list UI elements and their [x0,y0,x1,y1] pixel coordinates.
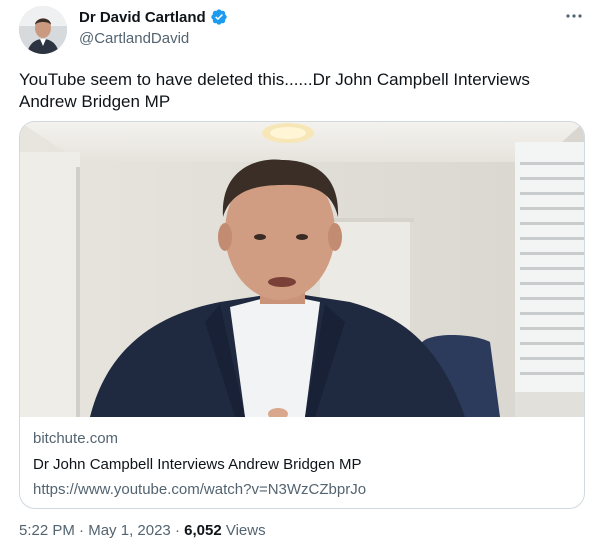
meta-separator: · [170,522,185,539]
tweet-time[interactable]: 5:22 PM [19,522,75,539]
link-card-title: Dr John Campbell Interviews Andrew Bridg… [33,456,362,473]
link-card-description: https://www.youtube.com/watch?v=N3WzCZbp… [33,481,367,498]
more-horizontal-icon[interactable] [560,6,588,30]
author-display-name[interactable]: Dr David Cartland [79,9,206,26]
verified-badge-icon [210,8,228,26]
views-label: Views [221,522,266,539]
author-avatar[interactable] [19,6,67,54]
author-name[interactable]: Dr David Cartland [79,8,228,26]
tweet-date[interactable]: May 1, 2023 [88,522,171,539]
tweet-metadata: 5:22 PM · May 1, 2023 · 6,052 Views [19,522,266,539]
link-card-thumbnail [20,122,584,420]
tweet-text: YouTube seem to have deleted this......D… [19,70,530,111]
views-count: 6,052 [184,522,222,539]
meta-separator: · [74,522,89,539]
link-card-domain: bitchute.com [33,430,119,447]
link-card-meta: bitchute.com Dr John Campbell Interviews… [33,429,573,500]
avatar-image [19,6,67,54]
author-handle[interactable]: @CartlandDavid [79,30,189,47]
link-card[interactable]: bitchute.com Dr John Campbell Interviews… [19,121,585,509]
